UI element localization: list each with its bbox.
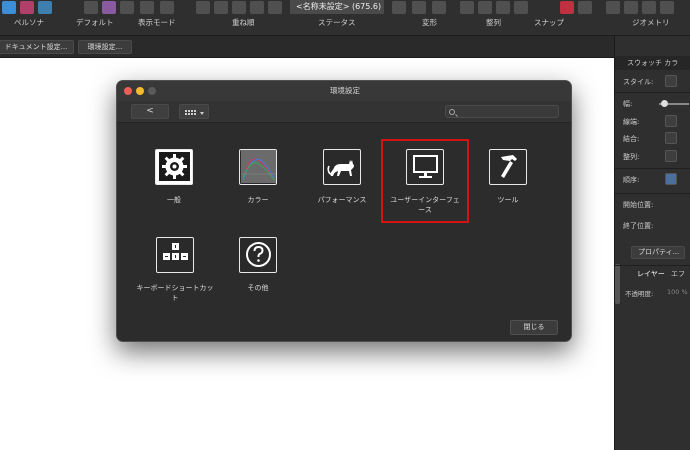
pref-keyboard-shortcuts[interactable]: キーボードショートカット [134, 237, 216, 303]
document-settings-button[interactable]: ドキュメント設定... [0, 40, 74, 54]
properties-button[interactable]: プロパティ... [631, 246, 685, 259]
width-label: 幅: [623, 100, 633, 108]
transform-icon-2[interactable] [412, 1, 426, 14]
document-title[interactable]: <名称未設定> (675.6) [290, 0, 384, 14]
right-panel: スウォッチ カラ スタイル: 幅: 線端: 結合: 整列: 順序: 開始位置: … [614, 36, 690, 450]
pref-color[interactable]: カラー [218, 149, 298, 205]
transform-icon[interactable] [392, 1, 406, 14]
stacking-icon-3[interactable] [232, 1, 246, 14]
keyboard-icon [156, 237, 194, 273]
persona-label: ペルソナ [14, 18, 44, 27]
view-mode-label: 表示モード [138, 18, 176, 27]
pref-tools[interactable]: ツール [468, 149, 548, 205]
snap-options-icon[interactable] [578, 1, 592, 14]
view-mode-icon-3[interactable] [140, 1, 154, 14]
hammer-icon [489, 149, 527, 185]
default-icon[interactable] [84, 1, 98, 14]
order-icon[interactable] [665, 173, 677, 185]
stacking-label: 重ね順 [232, 18, 255, 27]
export-persona-icon[interactable] [38, 1, 52, 14]
preferences-dialog: 環境設定 < 一般 カラー パフォーマンス ユーザーインターフェース ツール キ… [116, 80, 572, 342]
geometry-icon-3[interactable] [642, 1, 656, 14]
join-icon[interactable] [665, 132, 677, 144]
no-fill-icon[interactable] [665, 75, 677, 87]
close-button[interactable]: 閉じる [510, 320, 558, 335]
pref-label: キーボードショートカット [136, 284, 214, 302]
start-arrow-label: 開始位置: [623, 201, 654, 209]
layers-tab[interactable]: レイヤー [637, 269, 665, 279]
arrange-icon-2[interactable] [478, 1, 492, 14]
pref-label: 一般 [167, 196, 181, 204]
pref-performance[interactable]: パフォーマンス [302, 149, 382, 205]
arrange-icon-4[interactable] [514, 1, 528, 14]
panel-scrollbar[interactable] [615, 264, 620, 304]
view-mode-icon[interactable] [102, 1, 116, 14]
divider [615, 265, 690, 266]
dialog-title: 環境設定 [330, 86, 360, 95]
show-all-button[interactable] [179, 104, 209, 119]
join-label: 結合: [623, 135, 640, 143]
divider [615, 92, 690, 93]
main-toolbar: <名称未設定> (675.6) ペルソナ デフォルト 表示モード 重ね順 ステー… [0, 0, 690, 36]
arrange-icon-3[interactable] [496, 1, 510, 14]
status-label: ステータス [318, 18, 356, 27]
snap-label: スナップ [534, 18, 564, 27]
pref-label: パフォーマンス [317, 196, 367, 204]
order-label: 順序: [623, 176, 640, 184]
arrange-label: 整列 [486, 18, 501, 27]
view-mode-icon-2[interactable] [120, 1, 134, 14]
search-field[interactable] [445, 105, 559, 118]
pref-label: その他 [247, 284, 269, 292]
dialog-nav-bar: < [117, 101, 571, 123]
pref-label: ツール [497, 196, 519, 204]
line-end-icon[interactable] [665, 115, 677, 127]
gear-icon [155, 149, 193, 185]
pref-general[interactable]: 一般 [134, 149, 214, 205]
divider [615, 193, 690, 194]
snap-magnet-icon[interactable] [560, 1, 574, 14]
transform-label: 変形 [422, 18, 437, 27]
divider [615, 168, 690, 169]
align-icon[interactable] [665, 150, 677, 162]
selection-highlight [381, 139, 469, 223]
grid-icon [185, 110, 204, 115]
swatches-tab[interactable]: スウォッチ カラ [615, 56, 690, 70]
stacking-icon-5[interactable] [268, 1, 282, 14]
view-mode-icon-4[interactable] [160, 1, 174, 14]
default-label: デフォルト [76, 18, 114, 27]
context-toolbar: ドキュメント設定... 環境設定... [0, 36, 614, 58]
cat-icon [323, 149, 361, 185]
effects-tab[interactable]: エフ [671, 269, 685, 279]
stacking-icon-4[interactable] [250, 1, 264, 14]
geometry-icon-4[interactable] [660, 1, 674, 14]
dialog-titlebar: 環境設定 [117, 81, 571, 101]
opacity-label: 不透明度: [625, 290, 654, 298]
pref-other[interactable]: その他 [218, 237, 298, 293]
align-label: 整列: [623, 153, 640, 161]
geometry-icon[interactable] [606, 1, 620, 14]
app-window: <名称未設定> (675.6) ペルソナ デフォルト 表示モード 重ね順 ステー… [0, 0, 690, 450]
back-button[interactable]: < [131, 104, 169, 119]
stacking-icon[interactable] [196, 1, 210, 14]
color-icon [239, 149, 277, 185]
opacity-value[interactable]: 100 % [667, 288, 688, 296]
stacking-icon-2[interactable] [214, 1, 228, 14]
arrange-icon[interactable] [460, 1, 474, 14]
search-icon [449, 109, 455, 115]
app-persona-icon[interactable] [2, 1, 16, 14]
style-label: スタイル: [623, 78, 654, 86]
transform-icon-3[interactable] [432, 1, 446, 14]
line-end-label: 線端: [623, 118, 640, 126]
pixel-persona-icon[interactable] [20, 1, 34, 14]
preferences-button[interactable]: 環境設定... [78, 40, 132, 54]
width-slider-knob[interactable] [661, 100, 668, 107]
geometry-label: ジオメトリ [632, 18, 670, 27]
end-arrow-label: 終了位置: [623, 222, 654, 230]
geometry-icon-2[interactable] [624, 1, 638, 14]
pref-label: カラー [247, 196, 269, 204]
question-icon [239, 237, 277, 273]
